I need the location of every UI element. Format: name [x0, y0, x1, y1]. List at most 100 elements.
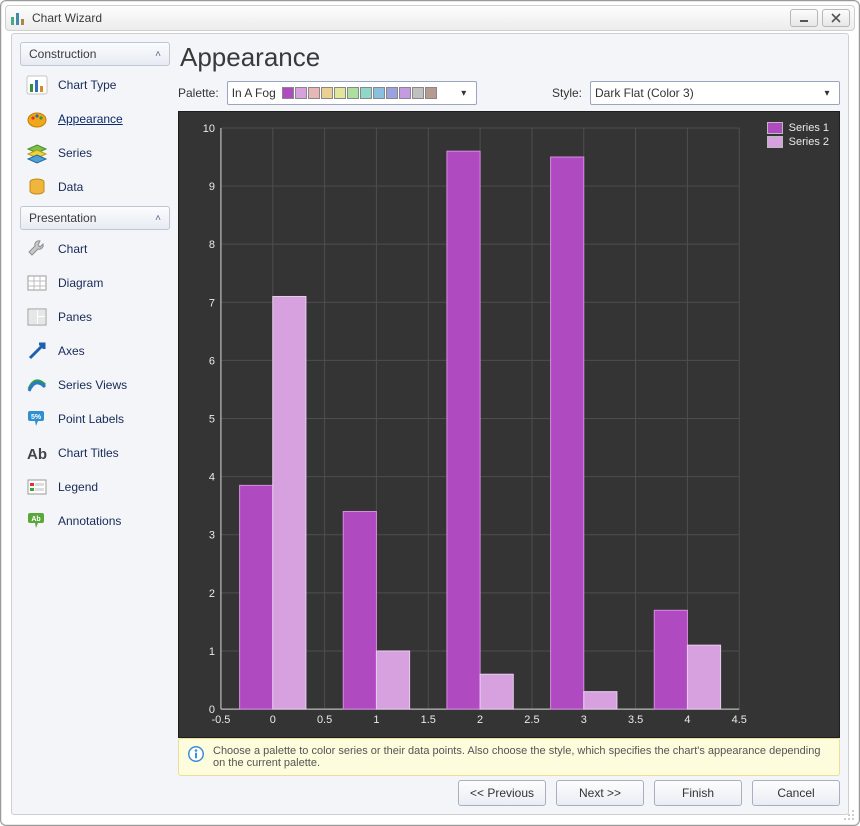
sidebar-item-chart-titles[interactable]: Ab Chart Titles [20, 438, 170, 468]
sidebar-item-label: Chart [58, 242, 87, 256]
svg-text:1.5: 1.5 [421, 714, 436, 726]
sidebar-item-chart-type[interactable]: Chart Type [20, 70, 170, 100]
cancel-button[interactable]: Cancel [752, 780, 840, 806]
bar-chart-icon [26, 74, 48, 96]
svg-text:3: 3 [209, 530, 215, 542]
palette-value: In A Fog [232, 86, 276, 100]
page-title: Appearance [180, 42, 840, 73]
chevron-down-icon: ▾ [819, 88, 835, 99]
content-pane: Appearance Palette: In A Fog ▾ Style: Da… [178, 42, 840, 806]
info-icon [187, 745, 205, 763]
svg-text:3.5: 3.5 [628, 714, 643, 726]
sidebar-item-axes[interactable]: Axes [20, 336, 170, 366]
chevron-up-icon: ˄ [155, 213, 161, 224]
legend-icon [26, 476, 48, 498]
sidebar-item-point-labels[interactable]: 5% Point Labels [20, 404, 170, 434]
svg-text:-0.5: -0.5 [211, 714, 230, 726]
svg-text:5: 5 [209, 414, 215, 426]
svg-text:2: 2 [477, 714, 483, 726]
section-label: Construction [29, 47, 96, 61]
palette-swatches [282, 87, 437, 99]
sidebar-item-label: Series [58, 146, 92, 160]
sidebar-item-label: Legend [58, 480, 98, 494]
panes-icon [26, 306, 48, 328]
titlebar: Chart Wizard [5, 5, 855, 31]
next-button[interactable]: Next >> [556, 780, 644, 806]
legend-item-1: Series 1 [767, 122, 829, 134]
palette-icon [26, 108, 48, 130]
swirl-icon [26, 374, 48, 396]
sidebar-item-panes[interactable]: Panes [20, 302, 170, 332]
previous-button[interactable]: << Previous [458, 780, 546, 806]
chart-svg: 012345678910-0.500.511.522.533.544.5 [179, 112, 839, 737]
sidebar-item-label: Appearance [58, 112, 123, 126]
chevron-down-icon: ▾ [456, 88, 472, 99]
style-label: Style: [552, 86, 582, 100]
point-label-icon: 5% [26, 408, 48, 430]
legend-swatch-2 [767, 136, 783, 148]
sidebar-item-series[interactable]: Series [20, 138, 170, 168]
chart-wizard-window: Chart Wizard Construction ˄ Chart Type [0, 0, 860, 826]
controls-row: Palette: In A Fog ▾ Style: Dark Flat (Co… [178, 81, 840, 105]
section-label: Presentation [29, 211, 96, 225]
svg-text:6: 6 [209, 355, 215, 367]
sidebar-item-label: Series Views [58, 378, 127, 392]
legend-swatch-1 [767, 122, 783, 134]
text-icon: Ab [26, 442, 48, 464]
annotation-icon: Ab [26, 510, 48, 532]
section-presentation[interactable]: Presentation ˄ [20, 206, 170, 230]
svg-text:2.5: 2.5 [524, 714, 539, 726]
svg-text:2: 2 [209, 588, 215, 600]
section-construction[interactable]: Construction ˄ [20, 42, 170, 66]
legend-label-2: Series 2 [789, 136, 829, 148]
footer: << Previous Next >> Finish Cancel [178, 780, 840, 806]
chart-legend: Series 1 Series 2 [767, 122, 829, 150]
sidebar-item-label: Data [58, 180, 83, 194]
sidebar-item-label: Axes [58, 344, 85, 358]
app-icon [10, 10, 26, 26]
window-title: Chart Wizard [32, 11, 102, 25]
sidebar-item-legend[interactable]: Legend [20, 472, 170, 502]
svg-text:10: 10 [203, 123, 215, 135]
sidebar-item-data[interactable]: Data [20, 172, 170, 202]
sidebar: Construction ˄ Chart Type Appearance [20, 42, 170, 806]
resize-grip[interactable] [841, 807, 855, 821]
palette-combo[interactable]: In A Fog ▾ [227, 81, 477, 105]
sidebar-item-label: Annotations [58, 514, 121, 528]
chart-preview: Series 1 Series 2 012345678910-0.500.511… [178, 111, 840, 738]
sidebar-item-annotations[interactable]: Ab Annotations [20, 506, 170, 536]
svg-text:8: 8 [209, 239, 215, 251]
svg-text:1: 1 [373, 714, 379, 726]
palette-label: Palette: [178, 86, 219, 100]
sidebar-item-chart[interactable]: Chart [20, 234, 170, 264]
svg-text:0.5: 0.5 [317, 714, 332, 726]
sidebar-item-label: Chart Type [58, 78, 116, 92]
style-combo[interactable]: Dark Flat (Color 3) ▾ [590, 81, 840, 105]
chevron-up-icon: ˄ [155, 49, 161, 60]
sidebar-item-diagram[interactable]: Diagram [20, 268, 170, 298]
close-button[interactable] [822, 9, 850, 27]
svg-text:0: 0 [270, 714, 276, 726]
style-value: Dark Flat (Color 3) [595, 86, 694, 100]
layers-icon [26, 142, 48, 164]
svg-text:7: 7 [209, 297, 215, 309]
svg-text:4.5: 4.5 [732, 714, 747, 726]
sidebar-item-series-views[interactable]: Series Views [20, 370, 170, 400]
svg-text:Ab: Ab [31, 516, 40, 523]
grid-icon [26, 272, 48, 294]
arrow-icon [26, 340, 48, 362]
svg-text:5%: 5% [31, 414, 42, 421]
hint-panel: Choose a palette to color series or thei… [178, 738, 840, 776]
hint-text: Choose a palette to color series or thei… [213, 745, 831, 769]
sidebar-item-label: Point Labels [58, 412, 124, 426]
sidebar-item-appearance[interactable]: Appearance [20, 104, 170, 134]
svg-text:9: 9 [209, 181, 215, 193]
svg-text:3: 3 [581, 714, 587, 726]
minimize-button[interactable] [790, 9, 818, 27]
svg-text:Ab: Ab [27, 446, 47, 463]
finish-button[interactable]: Finish [654, 780, 742, 806]
legend-label-1: Series 1 [789, 122, 829, 134]
wrench-icon [26, 238, 48, 260]
dialog-body: Construction ˄ Chart Type Appearance [11, 33, 849, 815]
svg-text:4: 4 [684, 714, 690, 726]
